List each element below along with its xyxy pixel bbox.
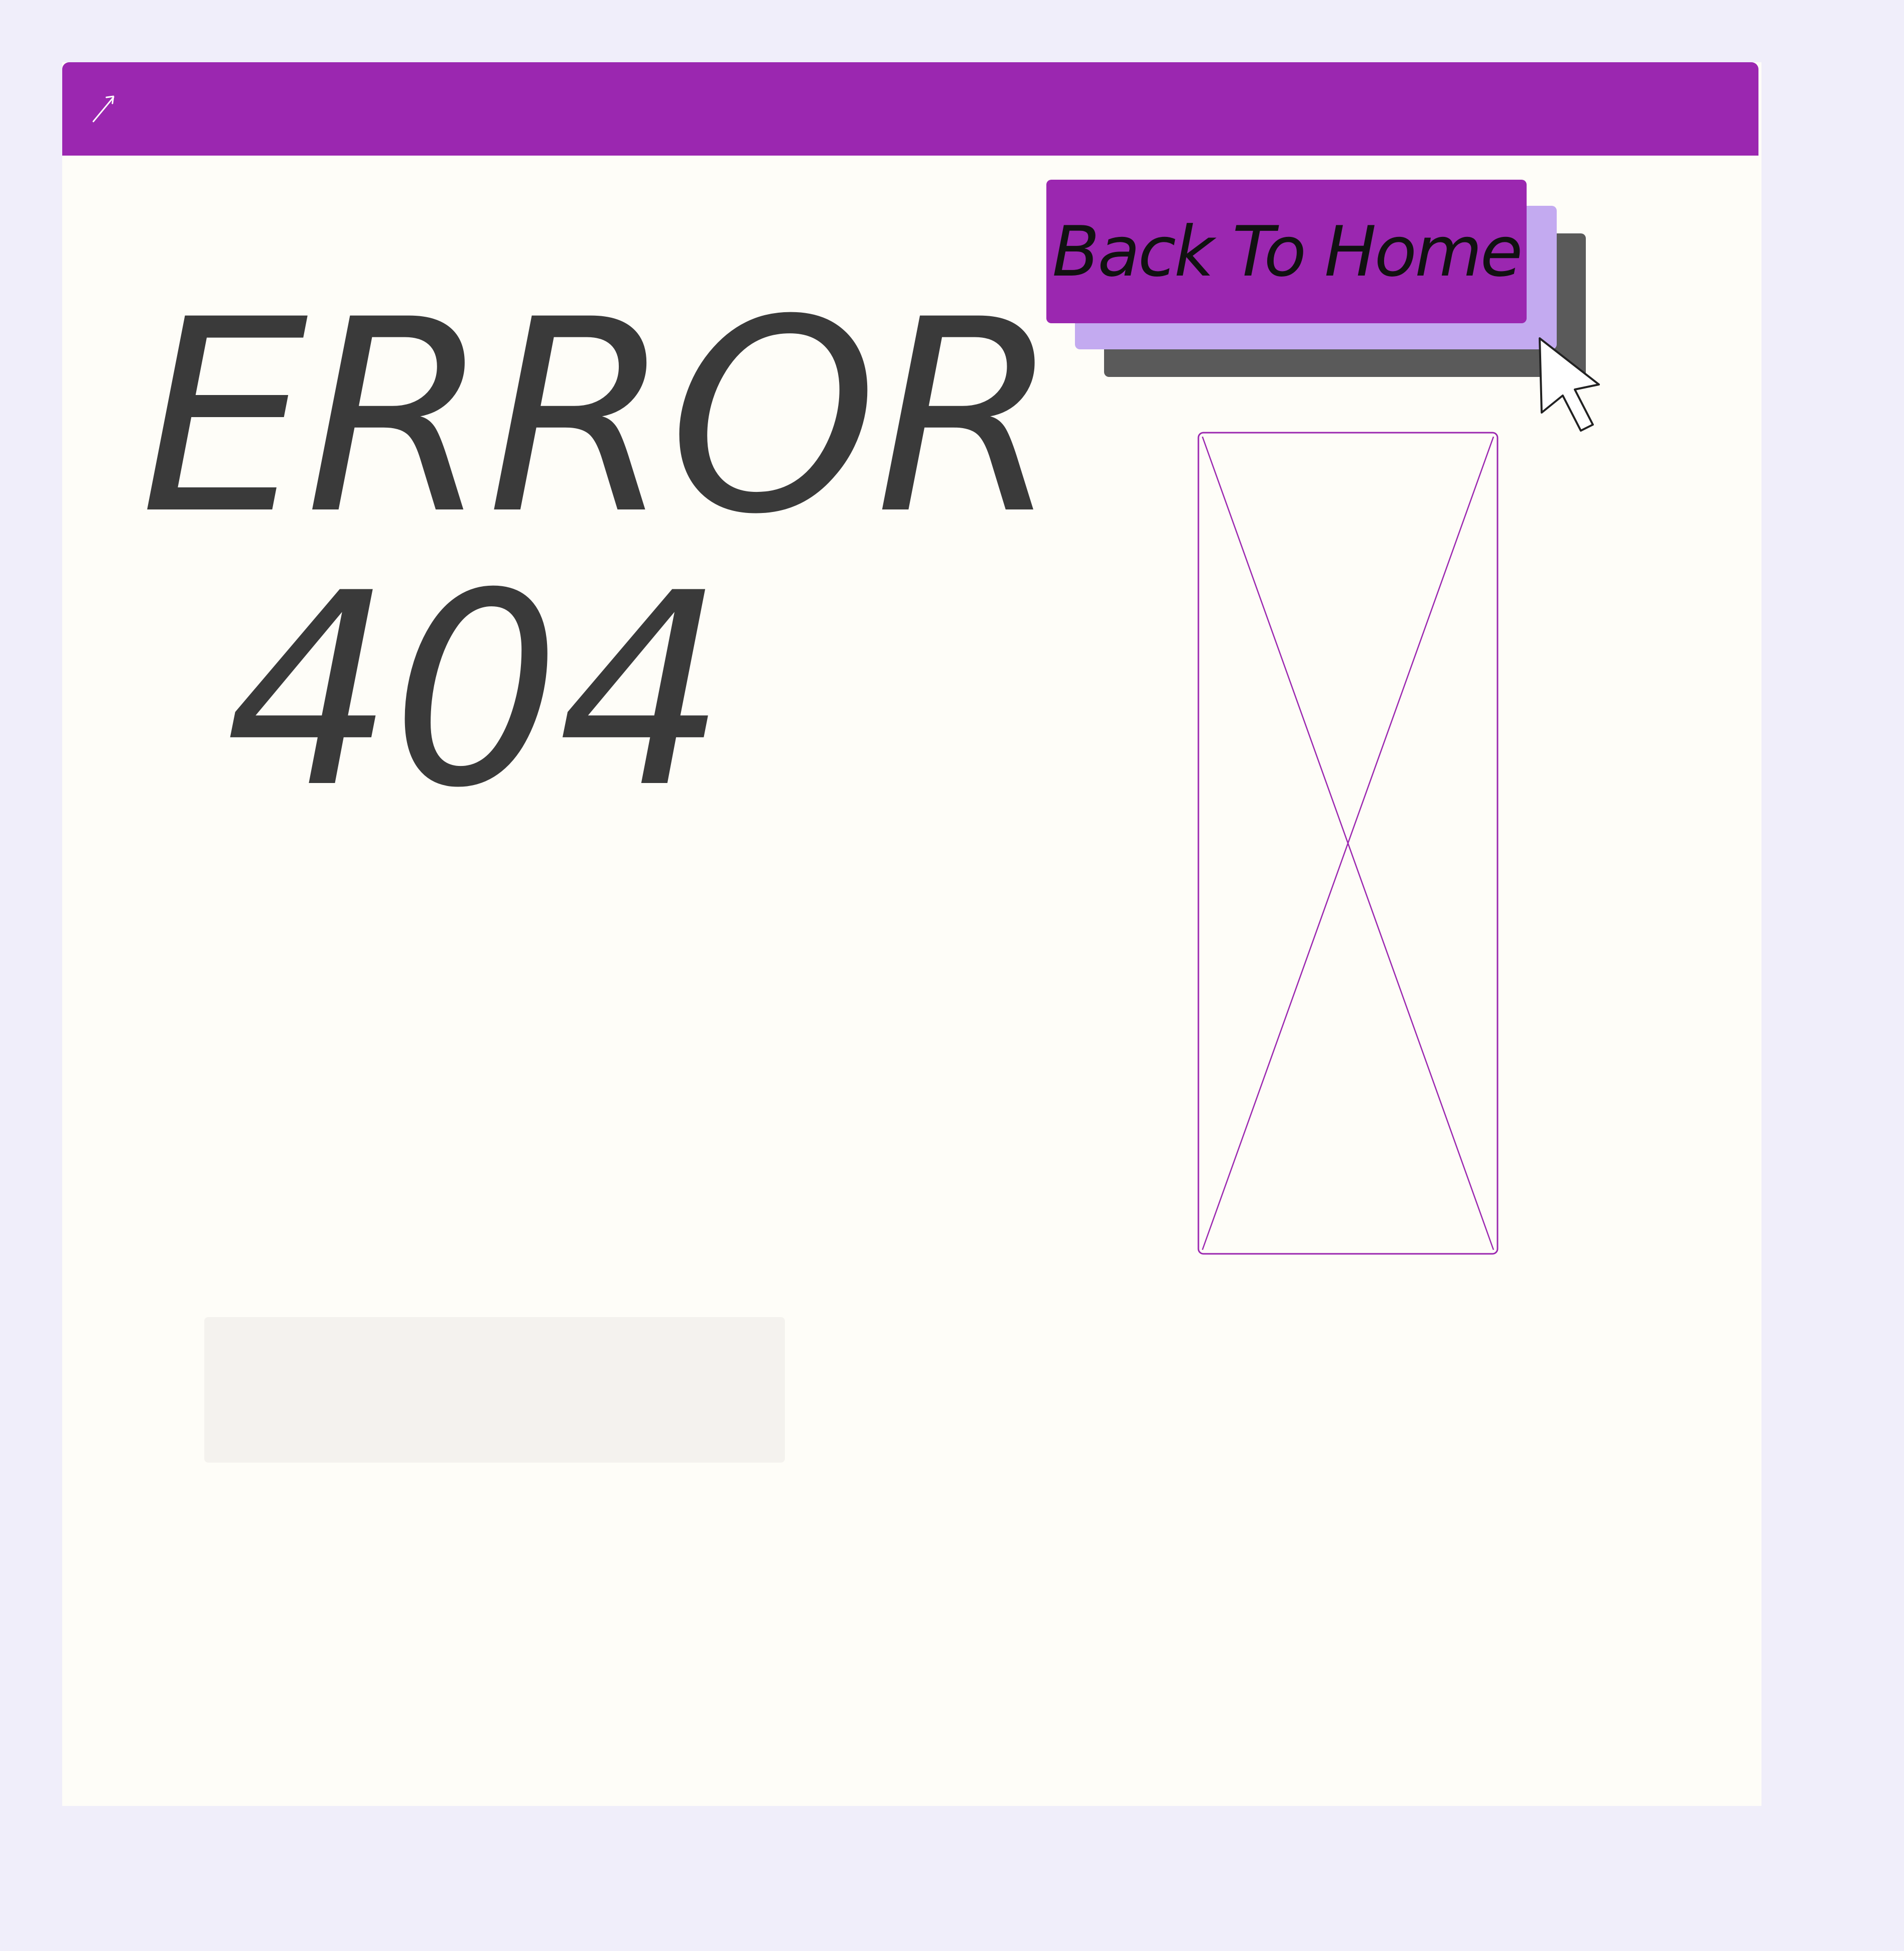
back-to-home-label: Back To Home [1052,211,1523,292]
back-to-home-button[interactable]: Back To Home [1046,180,1527,323]
error-title: ERROR [140,263,1060,572]
error-headline: ERROR 404 [140,281,1060,846]
pointer-cursor-icon [1539,337,1600,432]
content-placeholder-panel [204,1317,785,1463]
title-bar [62,62,1758,156]
image-placeholder-icon [1197,432,1499,1255]
error-code: 404 [225,536,727,846]
expand-arrow-icon[interactable] [91,93,116,123]
